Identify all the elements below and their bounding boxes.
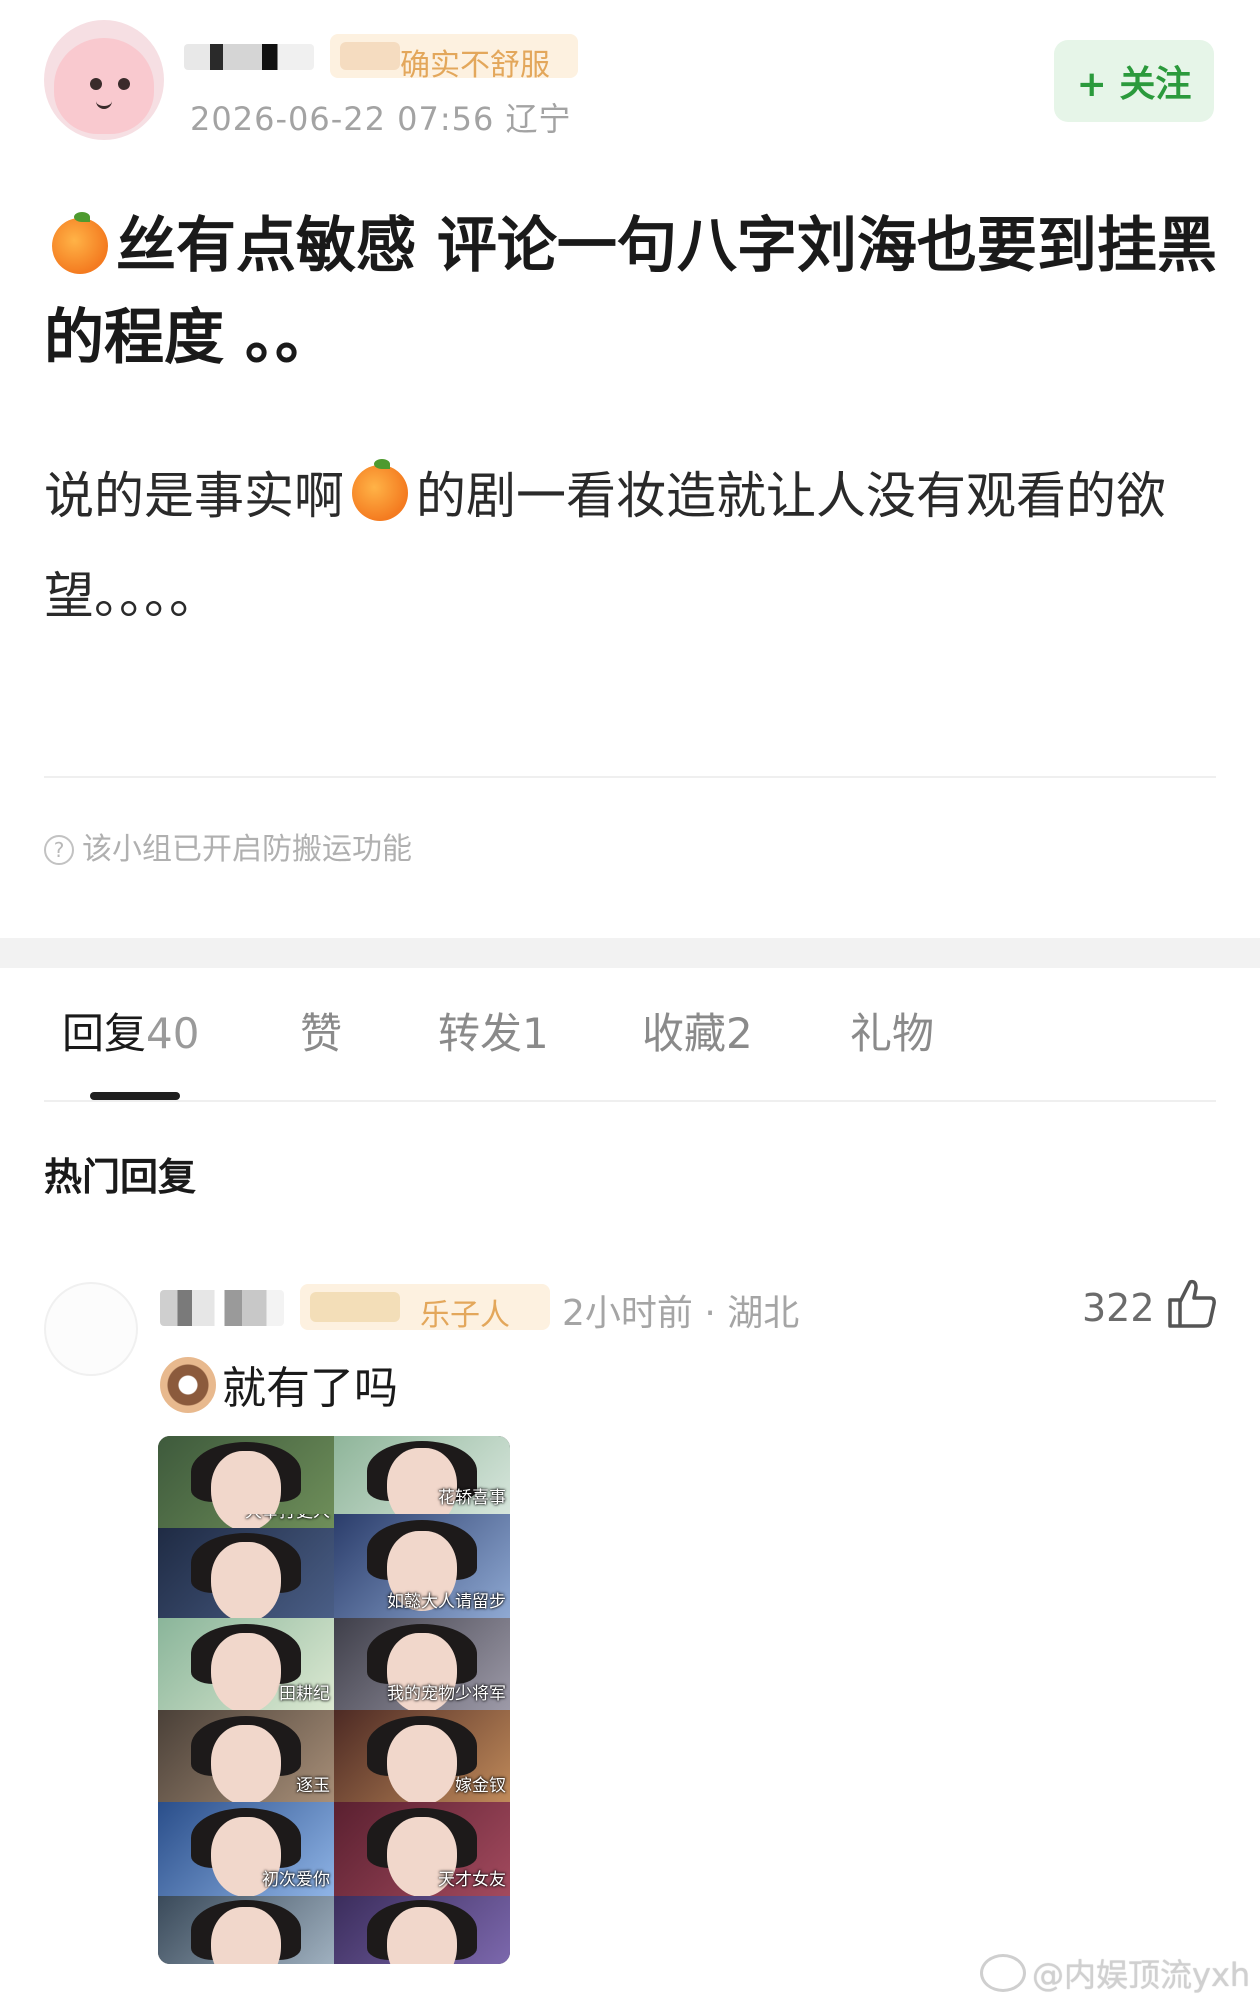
collage-label: 我的宠物少将军 (387, 1684, 506, 1704)
tab-reposts[interactable]: 转发1 (438, 1000, 549, 1061)
author-name-blurred[interactable] (184, 44, 314, 70)
author-avatar[interactable] (44, 20, 164, 140)
tab-replies[interactable]: 回复40 (62, 1000, 199, 1061)
orange-emoji-icon (352, 459, 408, 521)
tab-likes[interactable]: 赞 (300, 1000, 342, 1061)
collage-label: 大奉打更人 (245, 1514, 330, 1522)
collage-label: 田耕纪 (279, 1684, 330, 1704)
collage-label: 花轿喜事 (438, 1488, 506, 1508)
divider (44, 1100, 1216, 1102)
post-title: 丝有点敏感 评论一句八字刘海也要到挂黑的程度 。。 (44, 211, 1217, 373)
collage-label: 如懿大人请留步 (387, 1592, 506, 1612)
anti-repost-notice: ? 该小组已开启防搬运功能 (44, 824, 412, 868)
author-badge: 确实不舒服 (330, 34, 578, 83)
commenter-badge: 乐子人 (300, 1284, 550, 1333)
thumbs-up-icon[interactable] (1166, 1278, 1216, 1330)
tab-favorites[interactable]: 收藏2 (642, 1000, 753, 1061)
tab-gifts[interactable]: 礼物 (850, 1000, 934, 1061)
commenter-avatar[interactable] (44, 1282, 138, 1376)
active-tab-indicator (90, 1092, 180, 1100)
collage-label: 逐玉 (296, 1776, 330, 1796)
commenter-name-blurred[interactable] (160, 1290, 284, 1326)
orange-emoji-icon (52, 212, 108, 274)
comment-meta: 2小时前 · 湖北 (562, 1293, 800, 1334)
collage-label: 嫁金钗 (455, 1776, 506, 1796)
comment-text: 就有了吗 (160, 1352, 398, 1416)
post-timestamp-location: 2026-06-22 07:56 辽宁 (190, 100, 572, 138)
divider (44, 776, 1216, 778)
collage-label: 天才女友 (438, 1870, 506, 1890)
section-separator (0, 938, 1260, 968)
hot-replies-heading: 热门回复 (44, 1155, 197, 1199)
comment-image-collage[interactable]: 花轿喜事 大奉打更人 如懿大人请留步 田耕纪 我的宠物少将军 逐玉 嫁金钗 初次… (158, 1436, 510, 1964)
question-circle-icon: ? (44, 835, 74, 865)
post-body: 说的是事实啊 的剧一看妆造就让人没有观看的欲望。。。。 (44, 459, 1166, 625)
weibo-watermark: @内娱顶流yxh (980, 1950, 1250, 1996)
follow-button[interactable]: + 关注 (1054, 40, 1214, 122)
collage-label: 初次爱你 (262, 1870, 330, 1890)
donut-emoji-icon (160, 1357, 216, 1413)
comment-like-count: 322 (1082, 1286, 1155, 1330)
weibo-icon (980, 1954, 1026, 1992)
